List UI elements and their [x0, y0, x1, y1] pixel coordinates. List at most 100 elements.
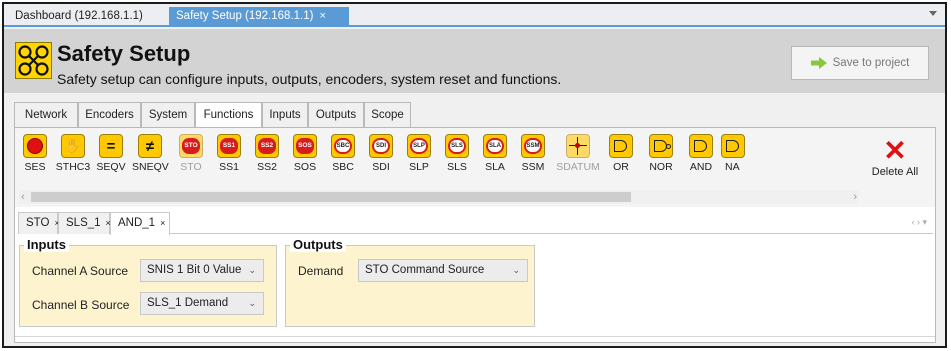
tab-functions[interactable]: Functions: [195, 102, 262, 128]
function-sdi[interactable]: SDI SDI: [363, 134, 399, 173]
function-label: SNEQV: [132, 161, 169, 173]
function-sls[interactable]: SLS SLS: [439, 134, 475, 173]
datum-icon: [566, 134, 590, 158]
nor-gate-icon: [649, 134, 673, 158]
function-or[interactable]: OR: [603, 134, 639, 173]
tab-encoders[interactable]: Encoders: [78, 102, 141, 127]
delete-icon: ✕: [883, 135, 907, 166]
save-to-project-button[interactable]: Save to project: [791, 46, 929, 80]
sto-icon: STO: [179, 134, 203, 158]
sdi-icon: SDI: [369, 134, 393, 158]
tab-dashboard-label: Dashboard (192.168.1.1): [15, 10, 143, 22]
close-tab-icon[interactable]: ×: [319, 10, 325, 22]
tab-sls-1[interactable]: SLS_1 ×: [58, 212, 111, 234]
and-gate-icon: [689, 134, 713, 158]
function-label: SES: [24, 161, 46, 173]
save-button-label: Save to project: [832, 57, 910, 69]
function-sbc[interactable]: SBC SBC: [325, 134, 361, 173]
function-slp[interactable]: SLP SLP: [401, 134, 437, 173]
function-ss1[interactable]: SS1 SS1: [211, 134, 247, 173]
chevron-down-icon: ⌄: [248, 298, 256, 308]
close-tab-icon[interactable]: ×: [160, 218, 165, 228]
function-label: SLP: [409, 161, 429, 173]
not-equal-icon: ≠: [138, 134, 162, 158]
or-gate-icon: [609, 134, 633, 158]
function-label: SEQV: [96, 161, 126, 173]
channel-b-label: Channel B Source: [32, 298, 130, 312]
ss1-icon: SS1: [217, 134, 241, 158]
function-label: SSM: [521, 161, 545, 173]
function-label: NA: [725, 161, 740, 173]
arrow-right-icon: [810, 57, 827, 69]
function-nor[interactable]: NOR: [643, 134, 679, 173]
function-sto[interactable]: STO STO: [173, 134, 209, 173]
tab-navigation-icon[interactable]: ‹ › ▾: [911, 217, 927, 228]
function-label: SS1: [219, 161, 239, 173]
tab-outputs[interactable]: Outputs: [308, 102, 364, 127]
function-label: NOR: [649, 161, 673, 173]
function-label: SLA: [485, 161, 505, 173]
hand-icon: ✋: [61, 134, 85, 158]
tab-dashboard[interactable]: Dashboard (192.168.1.1): [8, 7, 154, 27]
demand-select[interactable]: STO Command Source ⌄: [358, 259, 528, 282]
document-tab-strip: Dashboard (192.168.1.1) Safety Setup (19…: [4, 4, 945, 27]
tab-safety-setup-label: Safety Setup (192.168.1.1): [176, 10, 314, 22]
function-ss2[interactable]: SS2 SS2: [249, 134, 285, 173]
tab-sls-1-label: SLS_1: [66, 217, 101, 229]
function-sthc3[interactable]: ✋ STHC3: [55, 134, 91, 173]
tab-and-1[interactable]: AND_1 ×: [110, 212, 170, 235]
tab-inputs[interactable]: Inputs: [262, 102, 308, 127]
sbc-icon: SBC: [331, 134, 355, 158]
function-ssm[interactable]: SSM SSM: [515, 134, 551, 173]
nand-gate-icon: [721, 134, 745, 158]
delete-all-button[interactable]: ✕ Delete All: [870, 135, 920, 179]
tab-and-1-label: AND_1: [118, 217, 156, 229]
app-window: Dashboard (192.168.1.1) Safety Setup (19…: [2, 2, 947, 348]
function-tabs: STO× SLS_1× AND_1 × ‹ › ▾: [18, 210, 933, 235]
tab-sto[interactable]: STO×: [18, 212, 60, 234]
function-ses[interactable]: SES: [17, 134, 53, 173]
sla-icon: SLA: [483, 134, 507, 158]
function-label: AND: [689, 161, 713, 173]
function-sneqv[interactable]: ≠ SNEQV: [132, 134, 169, 173]
function-label: SBC: [332, 161, 354, 173]
function-and[interactable]: AND: [683, 134, 719, 173]
function-toolbar: SES ✋ STHC3 = SEQV ≠ SNEQV STO STO SS1 S…: [15, 128, 935, 207]
channel-a-value: SNIS 1 Bit 0 Value: [147, 264, 242, 276]
channel-a-label: Channel A Source: [32, 264, 129, 278]
function-label: OR: [613, 161, 629, 173]
scroll-left-icon[interactable]: ‹: [21, 190, 25, 204]
function-nand[interactable]: NA: [721, 134, 751, 173]
function-label: STHC3: [55, 161, 91, 173]
function-sdatum[interactable]: SDATUM: [556, 134, 600, 173]
tab-list-dropdown-icon[interactable]: [929, 11, 937, 16]
outputs-title: Outputs: [290, 237, 346, 252]
ss2-icon: SS2: [255, 134, 279, 158]
scrollbar-thumb[interactable]: [31, 192, 631, 202]
horizontal-scrollbar[interactable]: ‹ ›: [19, 190, 859, 204]
function-sos[interactable]: SOS SOS: [287, 134, 323, 173]
page-header: Safety Setup Safety setup can configure …: [4, 29, 945, 93]
inputs-group: Inputs Channel A Source SNIS 1 Bit 0 Val…: [19, 237, 277, 327]
sos-icon: SOS: [293, 134, 317, 158]
outputs-group: Outputs Demand STO Command Source ⌄: [285, 237, 535, 327]
function-label: STO: [180, 161, 202, 173]
tab-network[interactable]: Network: [14, 102, 78, 127]
function-label: SDI: [372, 161, 390, 173]
demand-value: STO Command Source: [365, 264, 485, 276]
function-seqv[interactable]: = SEQV: [93, 134, 129, 173]
function-label: SDATUM: [556, 161, 600, 173]
page-subtitle: Safety setup can configure inputs, outpu…: [57, 71, 562, 87]
function-label: SLS: [447, 161, 467, 173]
function-sla[interactable]: SLA SLA: [477, 134, 513, 173]
delete-all-label: Delete All: [871, 166, 919, 178]
channel-b-source-select[interactable]: SLS_1 Demand ⌄: [140, 292, 264, 315]
functions-panel: SES ✋ STHC3 = SEQV ≠ SNEQV STO STO SS1 S…: [14, 127, 936, 343]
slp-icon: SLP: [407, 134, 431, 158]
scroll-right-icon[interactable]: ›: [853, 190, 857, 204]
tab-safety-setup[interactable]: Safety Setup (192.168.1.1) ×: [169, 7, 349, 27]
channel-a-source-select[interactable]: SNIS 1 Bit 0 Value ⌄: [140, 259, 264, 282]
estop-icon: [23, 134, 47, 158]
tab-system[interactable]: System: [141, 102, 195, 127]
tab-scope[interactable]: Scope: [364, 102, 411, 127]
